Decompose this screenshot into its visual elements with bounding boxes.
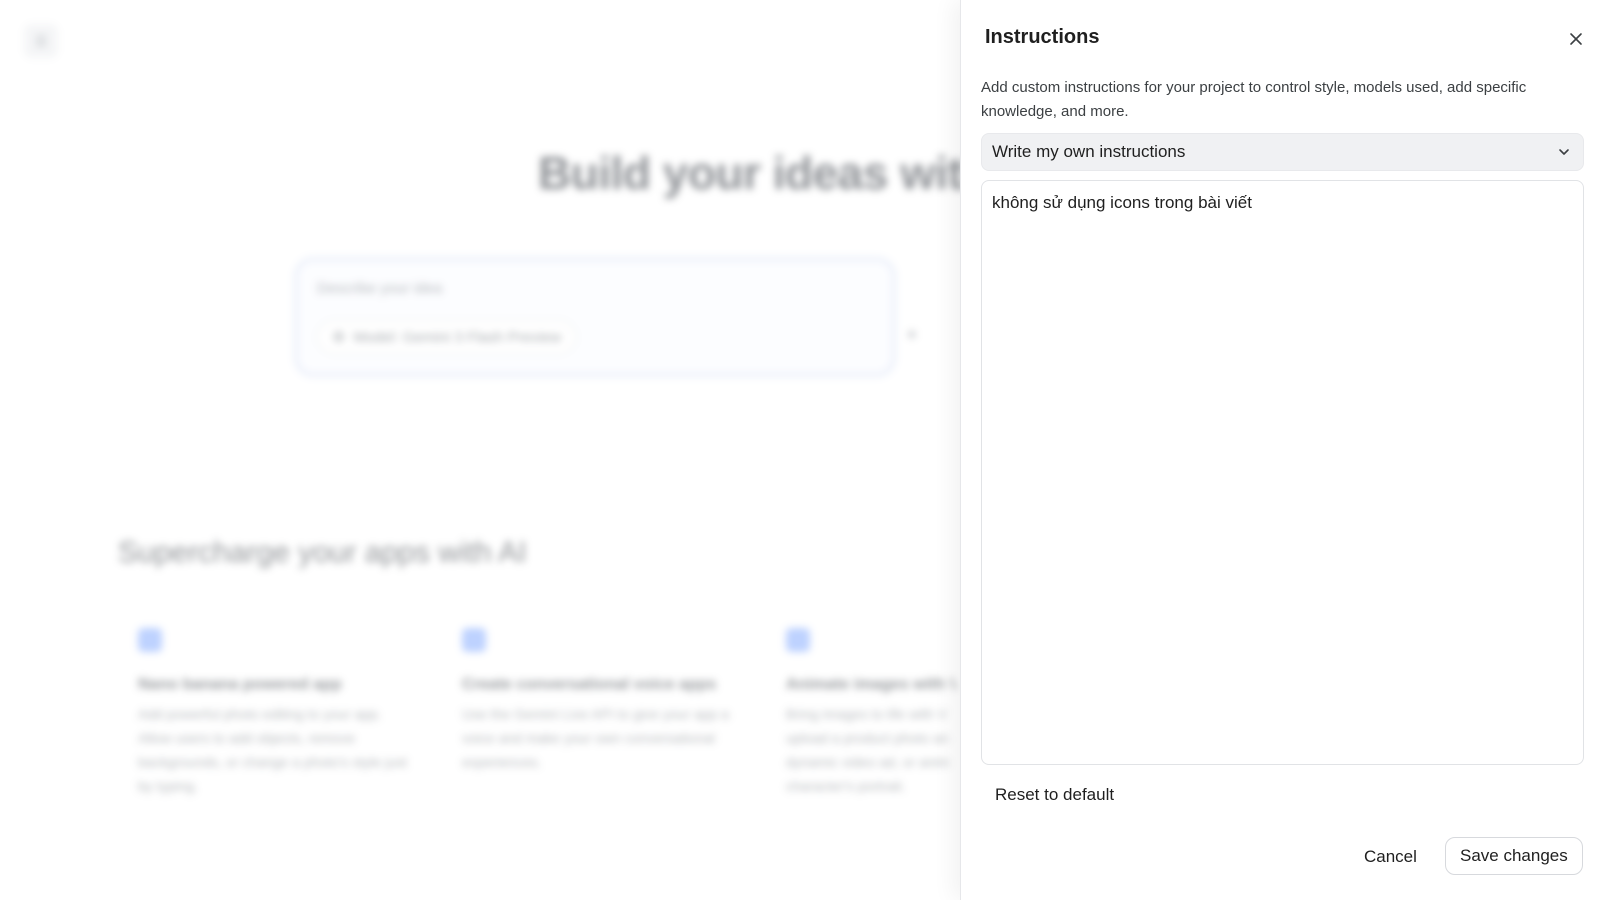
mode-select-value: Write my own instructions [992, 142, 1186, 161]
chevron-down-icon [1559, 149, 1569, 155]
instructions-panel: Instructions Add custom instructions for… [960, 0, 1600, 900]
reset-to-default-button[interactable]: Reset to default [995, 780, 1114, 810]
overlay-scrim[interactable] [0, 0, 960, 900]
panel-description: Add custom instructions for your project… [981, 79, 1527, 120]
save-changes-button[interactable]: Save changes [1445, 837, 1583, 875]
instructions-textarea[interactable]: không sử dụng icons trong bài viết [981, 180, 1584, 765]
cancel-button[interactable]: Cancel [1358, 838, 1423, 876]
close-icon [1570, 33, 1582, 45]
instructions-mode-select[interactable]: Write my own instructions [981, 133, 1584, 171]
panel-title: Instructions [985, 26, 1100, 48]
close-button[interactable] [1563, 26, 1589, 52]
